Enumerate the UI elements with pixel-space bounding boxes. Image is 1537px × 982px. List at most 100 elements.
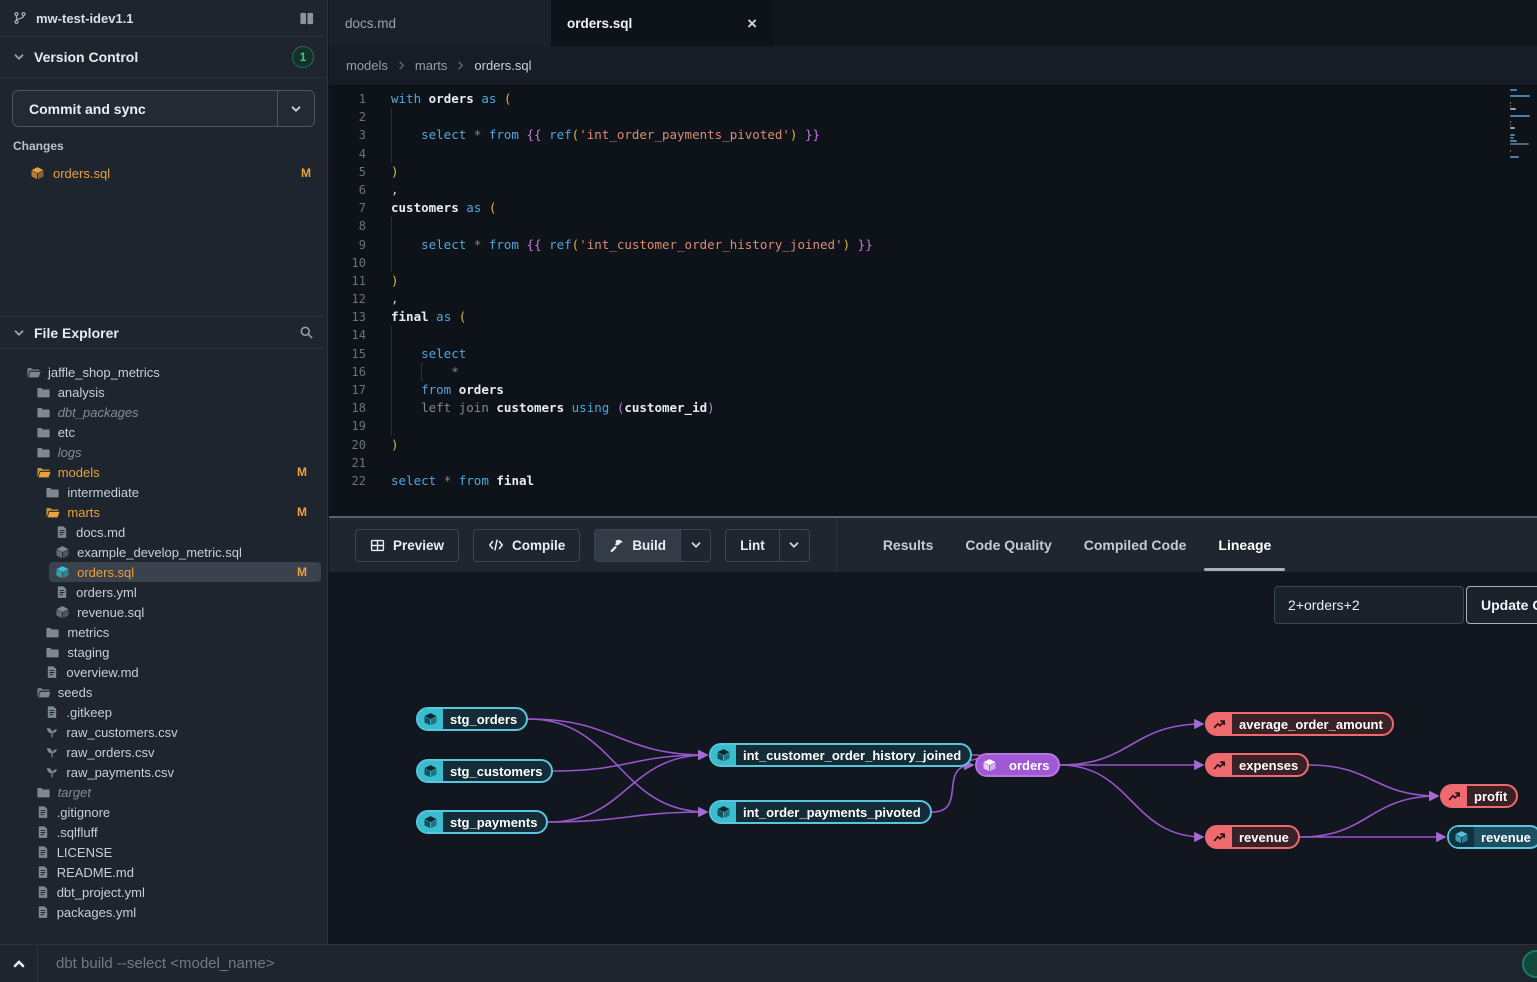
code-line[interactable]: 8	[329, 217, 1537, 235]
lint-button[interactable]: Lint	[725, 529, 810, 562]
code-line[interactable]: 19	[329, 417, 1537, 435]
bottom-toolbar: Preview Compile Build Lint ResultsCode Qual…	[329, 518, 1537, 572]
code-line[interactable]: 14	[329, 326, 1537, 344]
file-tree-item[interactable]: analysis	[30, 382, 321, 402]
breadcrumb-marts[interactable]: marts	[415, 58, 448, 73]
build-button[interactable]: Build	[594, 529, 711, 562]
file-tree-item[interactable]: target	[30, 782, 321, 802]
chevron-down-icon[interactable]	[779, 530, 809, 561]
status-indicator[interactable]	[1522, 950, 1537, 978]
version-control-header[interactable]: Version Control 1	[0, 37, 327, 78]
code-line[interactable]: 15 select	[329, 345, 1537, 363]
code-line[interactable]: 20)	[329, 436, 1537, 454]
close-icon[interactable]: ×	[747, 15, 757, 32]
code-line[interactable]: 13final as (	[329, 308, 1537, 326]
file-icon	[36, 805, 50, 819]
file-explorer-header[interactable]: File Explorer	[0, 316, 327, 349]
file-tree-item[interactable]: staging	[39, 642, 321, 662]
lineage-node-stg_orders[interactable]: stg_orders	[416, 707, 528, 731]
file-tree-item[interactable]: martsM	[39, 502, 321, 522]
file-tree-item[interactable]: logs	[30, 442, 321, 462]
code-line[interactable]: 21	[329, 454, 1537, 472]
code-line[interactable]: 1with orders as (	[329, 90, 1537, 108]
file-tree-item[interactable]: README.md	[30, 862, 321, 882]
folder-icon	[45, 485, 60, 500]
lineage-node-int_order_payments_pivoted[interactable]: int_order_payments_pivoted	[709, 800, 932, 824]
preview-button[interactable]: Preview	[355, 529, 459, 562]
tab-results[interactable]: Results	[867, 518, 950, 572]
chevron-up-icon[interactable]	[0, 945, 37, 982]
lineage-node-stg_customers[interactable]: stg_customers	[416, 759, 553, 783]
code-line[interactable]: 22select * from final	[329, 472, 1537, 490]
lineage-node-expenses[interactable]: expenses	[1205, 753, 1309, 777]
file-tree-item[interactable]: raw_payments.csv	[39, 762, 321, 782]
file-tree-item[interactable]: raw_customers.csv	[39, 722, 321, 742]
file-icon	[45, 705, 59, 719]
file-tree-item[interactable]: overview.md	[39, 662, 321, 682]
code-line[interactable]: 5)	[329, 163, 1537, 181]
file-tree-item[interactable]: packages.yml	[30, 902, 321, 922]
lineage-node-orders[interactable]: orders	[975, 753, 1060, 777]
file-tree-item[interactable]: .gitignore	[30, 802, 321, 822]
tab-code-quality[interactable]: Code Quality	[949, 518, 1067, 572]
code-line[interactable]: 6,	[329, 181, 1537, 199]
tab-docs-md[interactable]: docs.md	[329, 0, 551, 46]
file-tree-item[interactable]: orders.sqlM	[49, 562, 321, 582]
code-line[interactable]: 3 select * from {{ ref('int_order_paymen…	[329, 126, 1537, 144]
search-icon[interactable]	[299, 325, 314, 340]
code-editor[interactable]: 1with orders as (23 select * from {{ ref…	[329, 85, 1537, 517]
changed-file-row[interactable]: orders.sqlM	[0, 161, 327, 185]
file-tree-item[interactable]: orders.yml	[49, 582, 321, 602]
file-tree-item[interactable]: LICENSE	[30, 842, 321, 862]
file-tree-item[interactable]: revenue.sql	[49, 602, 321, 622]
file-tree-item[interactable]: dbt_packages	[30, 402, 321, 422]
tab-lineage[interactable]: Lineage	[1202, 518, 1287, 572]
file-tree-item[interactable]: example_develop_metric.sql	[49, 542, 321, 562]
file-tree-item[interactable]: jaffle_shop_metrics	[20, 362, 321, 382]
file-tree-item[interactable]: modelsM	[30, 462, 321, 482]
lineage-node-average_order_amount[interactable]: average_order_amount	[1205, 712, 1394, 736]
file-tree-item[interactable]: metrics	[39, 622, 321, 642]
file-tree-item[interactable]: docs.md	[49, 522, 321, 542]
minimap[interactable]	[1510, 89, 1532, 159]
code-line[interactable]: 10	[329, 254, 1537, 272]
code-line[interactable]: 18 left join customers using (customer_i…	[329, 399, 1537, 417]
commit-and-sync-button[interactable]: Commit and sync	[12, 90, 315, 127]
lineage-canvas: stg_orders stg_customers stg_payments int_c…	[329, 572, 1537, 944]
modified-badge: M	[297, 505, 307, 519]
file-tree-item[interactable]: dbt_project.yml	[30, 882, 321, 902]
file-tree-item[interactable]: seeds	[30, 682, 321, 702]
lineage-node-int_customer_order_history_joined[interactable]: int_customer_order_history_joined	[709, 743, 972, 767]
tab-compiled-code[interactable]: Compiled Code	[1068, 518, 1203, 572]
chevron-down-icon[interactable]	[680, 530, 710, 561]
code-line[interactable]: 9 select * from {{ ref('int_customer_ord…	[329, 236, 1537, 254]
lineage-node-stg_payments[interactable]: stg_payments	[416, 810, 548, 834]
commit-options-chevron[interactable]	[277, 91, 314, 126]
code-line[interactable]: 17 from orders	[329, 381, 1537, 399]
tab-orders-sql[interactable]: orders.sql ×	[551, 0, 773, 46]
layout-columns-icon[interactable]	[299, 11, 314, 26]
lineage-node-revenue_model[interactable]: revenue	[1447, 825, 1537, 849]
file-tree-item[interactable]: raw_orders.csv	[39, 742, 321, 762]
lineage-node-profit[interactable]: profit	[1440, 784, 1518, 808]
code-line[interactable]: 16 *	[329, 363, 1537, 381]
code-line[interactable]: 11)	[329, 272, 1537, 290]
file-tree-item[interactable]: etc	[30, 422, 321, 442]
file-tree-item[interactable]: .gitkeep	[39, 702, 321, 722]
file-tree-item[interactable]: .sqlfluff	[30, 822, 321, 842]
lineage-node-revenue_metric[interactable]: revenue	[1205, 825, 1300, 849]
code-line[interactable]: 4	[329, 145, 1537, 163]
update-graph-button[interactable]: Update G	[1466, 586, 1537, 624]
folder-icon	[36, 425, 51, 440]
folder-open-icon	[36, 685, 51, 700]
compile-button[interactable]: Compile	[473, 529, 580, 562]
code-line[interactable]: 12,	[329, 290, 1537, 308]
file-tree-item[interactable]: intermediate	[39, 482, 321, 502]
command-input[interactable]	[38, 955, 1537, 972]
code-line[interactable]: 2	[329, 108, 1537, 126]
breadcrumb-models[interactable]: models	[346, 58, 388, 73]
chevron-down-icon	[13, 327, 25, 339]
code-line[interactable]: 7customers as (	[329, 199, 1537, 217]
lineage-selector-input[interactable]	[1274, 586, 1464, 624]
line-number: 3	[329, 126, 366, 144]
